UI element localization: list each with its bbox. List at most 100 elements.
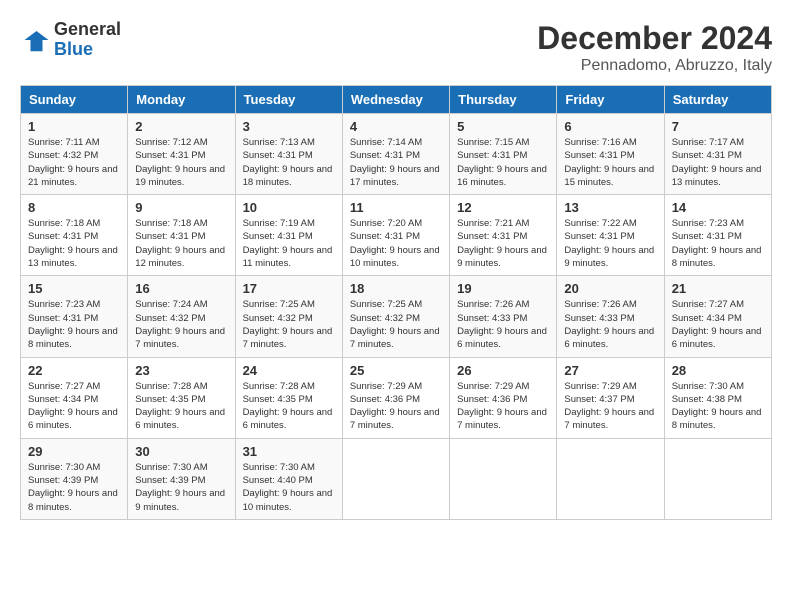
day-info: Sunrise: 7:17 AMSunset: 4:31 PMDaylight:… [672,137,762,188]
calendar-title: December 2024 [537,20,772,57]
table-row: 30 Sunrise: 7:30 AMSunset: 4:39 PMDaylig… [128,438,235,519]
table-row: 23 Sunrise: 7:28 AMSunset: 4:35 PMDaylig… [128,357,235,438]
title-area: December 2024 Pennadomo, Abruzzo, Italy [537,20,772,75]
col-monday: Monday [128,86,235,114]
col-tuesday: Tuesday [235,86,342,114]
col-saturday: Saturday [664,86,771,114]
day-info: Sunrise: 7:18 AMSunset: 4:31 PMDaylight:… [135,218,225,269]
day-info: Sunrise: 7:29 AMSunset: 4:36 PMDaylight:… [457,381,547,432]
table-row: 21 Sunrise: 7:27 AMSunset: 4:34 PMDaylig… [664,276,771,357]
table-row: 15 Sunrise: 7:23 AMSunset: 4:31 PMDaylig… [21,276,128,357]
day-info: Sunrise: 7:27 AMSunset: 4:34 PMDaylight:… [28,381,118,432]
table-row [557,438,664,519]
day-number: 1 [28,119,120,134]
table-row: 24 Sunrise: 7:28 AMSunset: 4:35 PMDaylig… [235,357,342,438]
calendar-week-row: 1 Sunrise: 7:11 AMSunset: 4:32 PMDayligh… [21,114,772,195]
table-row: 6 Sunrise: 7:16 AMSunset: 4:31 PMDayligh… [557,114,664,195]
col-wednesday: Wednesday [342,86,449,114]
calendar-table: Sunday Monday Tuesday Wednesday Thursday… [20,85,772,520]
day-info: Sunrise: 7:29 AMSunset: 4:36 PMDaylight:… [350,381,440,432]
table-row: 18 Sunrise: 7:25 AMSunset: 4:32 PMDaylig… [342,276,449,357]
day-info: Sunrise: 7:20 AMSunset: 4:31 PMDaylight:… [350,218,440,269]
day-number: 16 [135,281,227,296]
day-info: Sunrise: 7:22 AMSunset: 4:31 PMDaylight:… [564,218,654,269]
day-info: Sunrise: 7:29 AMSunset: 4:37 PMDaylight:… [564,381,654,432]
table-row: 9 Sunrise: 7:18 AMSunset: 4:31 PMDayligh… [128,195,235,276]
day-number: 9 [135,200,227,215]
day-number: 29 [28,444,120,459]
col-sunday: Sunday [21,86,128,114]
table-row: 19 Sunrise: 7:26 AMSunset: 4:33 PMDaylig… [450,276,557,357]
day-info: Sunrise: 7:25 AMSunset: 4:32 PMDaylight:… [350,299,440,350]
table-row: 10 Sunrise: 7:19 AMSunset: 4:31 PMDaylig… [235,195,342,276]
day-number: 31 [243,444,335,459]
table-row: 14 Sunrise: 7:23 AMSunset: 4:31 PMDaylig… [664,195,771,276]
day-info: Sunrise: 7:30 AMSunset: 4:39 PMDaylight:… [135,462,225,513]
day-info: Sunrise: 7:19 AMSunset: 4:31 PMDaylight:… [243,218,333,269]
day-number: 15 [28,281,120,296]
table-row: 8 Sunrise: 7:18 AMSunset: 4:31 PMDayligh… [21,195,128,276]
day-info: Sunrise: 7:12 AMSunset: 4:31 PMDaylight:… [135,137,225,188]
day-number: 28 [672,363,764,378]
day-number: 19 [457,281,549,296]
day-number: 21 [672,281,764,296]
table-row: 28 Sunrise: 7:30 AMSunset: 4:38 PMDaylig… [664,357,771,438]
day-info: Sunrise: 7:25 AMSunset: 4:32 PMDaylight:… [243,299,333,350]
table-row: 12 Sunrise: 7:21 AMSunset: 4:31 PMDaylig… [450,195,557,276]
day-number: 10 [243,200,335,215]
table-row: 29 Sunrise: 7:30 AMSunset: 4:39 PMDaylig… [21,438,128,519]
table-row: 13 Sunrise: 7:22 AMSunset: 4:31 PMDaylig… [557,195,664,276]
day-info: Sunrise: 7:26 AMSunset: 4:33 PMDaylight:… [564,299,654,350]
day-info: Sunrise: 7:16 AMSunset: 4:31 PMDaylight:… [564,137,654,188]
table-row: 1 Sunrise: 7:11 AMSunset: 4:32 PMDayligh… [21,114,128,195]
day-info: Sunrise: 7:28 AMSunset: 4:35 PMDaylight:… [243,381,333,432]
day-number: 20 [564,281,656,296]
calendar-body: 1 Sunrise: 7:11 AMSunset: 4:32 PMDayligh… [21,114,772,520]
table-row: 16 Sunrise: 7:24 AMSunset: 4:32 PMDaylig… [128,276,235,357]
day-info: Sunrise: 7:11 AMSunset: 4:32 PMDaylight:… [28,137,118,188]
day-info: Sunrise: 7:24 AMSunset: 4:32 PMDaylight:… [135,299,225,350]
table-row: 5 Sunrise: 7:15 AMSunset: 4:31 PMDayligh… [450,114,557,195]
table-row: 3 Sunrise: 7:13 AMSunset: 4:31 PMDayligh… [235,114,342,195]
day-number: 13 [564,200,656,215]
logo-icon [20,25,50,55]
day-number: 3 [243,119,335,134]
days-header-row: Sunday Monday Tuesday Wednesday Thursday… [21,86,772,114]
day-number: 24 [243,363,335,378]
table-row: 7 Sunrise: 7:17 AMSunset: 4:31 PMDayligh… [664,114,771,195]
day-number: 11 [350,200,442,215]
day-number: 17 [243,281,335,296]
day-info: Sunrise: 7:30 AMSunset: 4:39 PMDaylight:… [28,462,118,513]
day-number: 26 [457,363,549,378]
calendar-week-row: 8 Sunrise: 7:18 AMSunset: 4:31 PMDayligh… [21,195,772,276]
table-row [450,438,557,519]
table-row: 20 Sunrise: 7:26 AMSunset: 4:33 PMDaylig… [557,276,664,357]
table-row: 2 Sunrise: 7:12 AMSunset: 4:31 PMDayligh… [128,114,235,195]
day-number: 6 [564,119,656,134]
day-info: Sunrise: 7:28 AMSunset: 4:35 PMDaylight:… [135,381,225,432]
table-row: 11 Sunrise: 7:20 AMSunset: 4:31 PMDaylig… [342,195,449,276]
day-info: Sunrise: 7:15 AMSunset: 4:31 PMDaylight:… [457,137,547,188]
table-row: 25 Sunrise: 7:29 AMSunset: 4:36 PMDaylig… [342,357,449,438]
day-number: 4 [350,119,442,134]
day-info: Sunrise: 7:18 AMSunset: 4:31 PMDaylight:… [28,218,118,269]
day-info: Sunrise: 7:30 AMSunset: 4:38 PMDaylight:… [672,381,762,432]
day-number: 30 [135,444,227,459]
calendar-week-row: 29 Sunrise: 7:30 AMSunset: 4:39 PMDaylig… [21,438,772,519]
calendar-subtitle: Pennadomo, Abruzzo, Italy [537,57,772,75]
table-row [664,438,771,519]
day-info: Sunrise: 7:27 AMSunset: 4:34 PMDaylight:… [672,299,762,350]
day-info: Sunrise: 7:13 AMSunset: 4:31 PMDaylight:… [243,137,333,188]
day-number: 27 [564,363,656,378]
logo-text: General Blue [54,20,121,60]
table-row: 31 Sunrise: 7:30 AMSunset: 4:40 PMDaylig… [235,438,342,519]
day-number: 14 [672,200,764,215]
day-number: 7 [672,119,764,134]
col-friday: Friday [557,86,664,114]
table-row: 26 Sunrise: 7:29 AMSunset: 4:36 PMDaylig… [450,357,557,438]
table-row: 17 Sunrise: 7:25 AMSunset: 4:32 PMDaylig… [235,276,342,357]
day-info: Sunrise: 7:21 AMSunset: 4:31 PMDaylight:… [457,218,547,269]
table-row: 22 Sunrise: 7:27 AMSunset: 4:34 PMDaylig… [21,357,128,438]
table-row: 27 Sunrise: 7:29 AMSunset: 4:37 PMDaylig… [557,357,664,438]
day-number: 8 [28,200,120,215]
